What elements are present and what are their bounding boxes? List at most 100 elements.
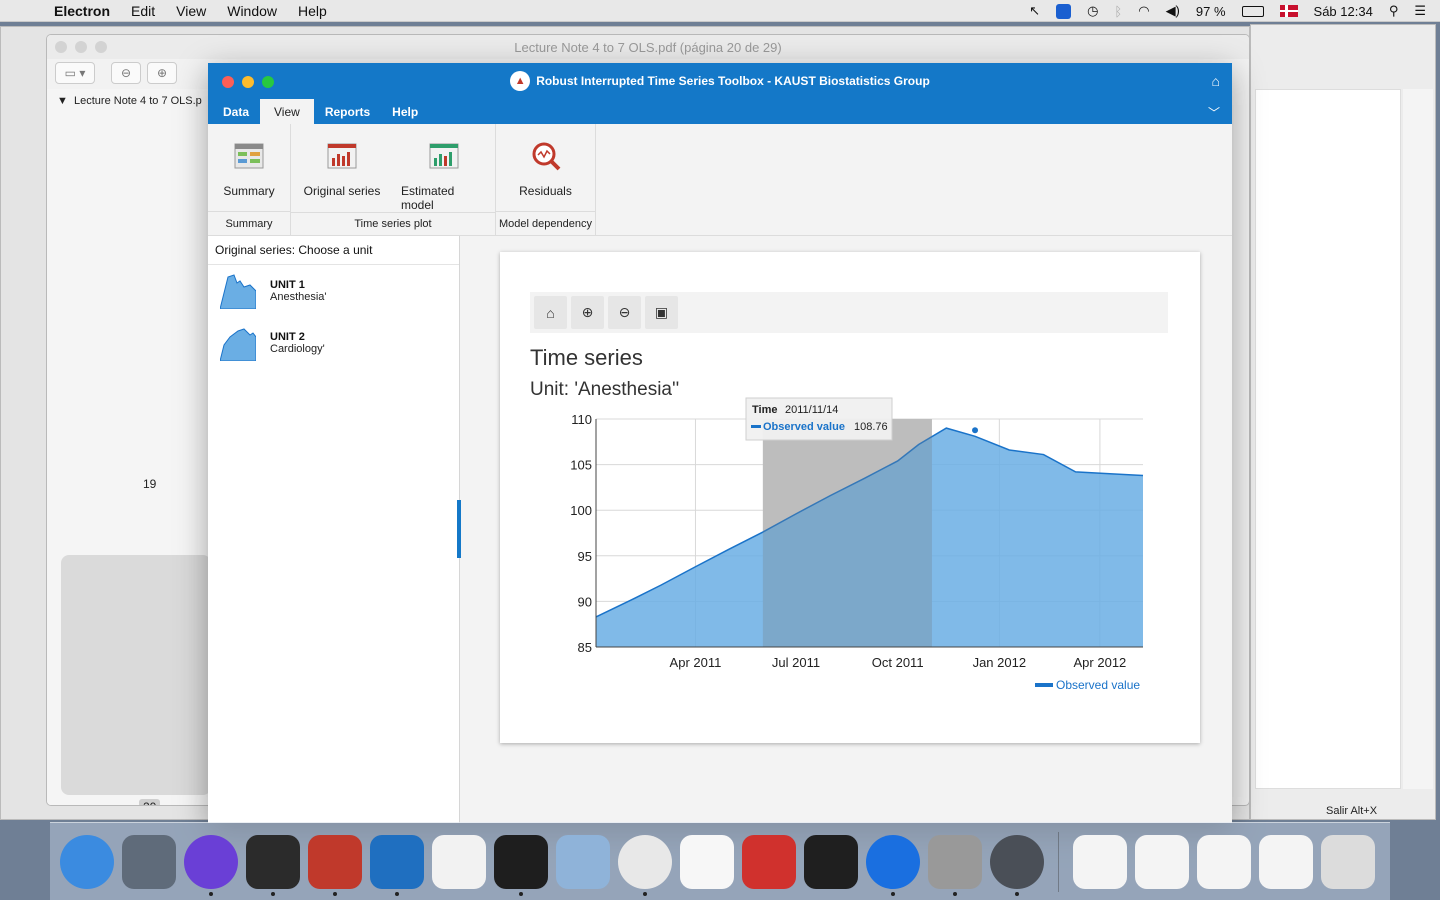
electron-app-window: ▲ Robust Interrupted Time Series Toolbox… [208,63,1232,823]
notes-icon[interactable] [432,834,486,889]
macos-menu-bar: Electron Edit View Window Help ↖ ◷ ᛒ ◠ ◀… [0,0,1440,22]
app-icon[interactable] [246,834,300,896]
vscode-icon[interactable] [370,834,424,896]
zoom-button[interactable] [262,76,274,88]
menu-view[interactable]: View [176,3,206,19]
time-machine-icon[interactable]: ◷ [1087,3,1098,19]
menu-app-name[interactable]: Electron [54,3,110,19]
ribbon-tabs: Data View Reports Help ﹀ [208,99,1232,124]
residuals-magnifier-icon [532,142,560,171]
macos-dock [50,822,1390,900]
teamviewer-status-icon[interactable] [1056,3,1072,19]
zoom-button[interactable] [95,41,107,53]
estimated-model-button-label: Estimated model [401,184,455,212]
minimize-button[interactable] [75,41,87,53]
document-icon[interactable] [1135,834,1189,889]
parallels-icon[interactable] [742,834,796,889]
unit-list-item[interactable]: UNIT 1 Anesthesia' [208,265,459,317]
app-title: Robust Interrupted Time Series Toolbox -… [536,74,930,88]
app-window-controls [222,76,274,88]
cursor-tool-icon[interactable]: ↖ [1029,3,1040,19]
tab-data[interactable]: Data [212,99,260,124]
volume-icon[interactable]: ◀) [1166,3,1180,19]
bar-chart-red-icon [327,143,357,169]
launchpad-icon[interactable] [122,834,176,889]
tab-help[interactable]: Help [381,99,429,124]
running-indicator [519,891,523,896]
summary-button[interactable]: Summary [208,124,290,211]
x-tick-label: Jul 2011 [772,655,820,670]
y-tick-label: 95 [578,549,592,564]
tab-reports[interactable]: Reports [314,99,381,124]
menu-window[interactable]: Window [227,3,277,19]
electron-icon[interactable] [990,834,1044,896]
background-window-right [1250,24,1436,820]
menu-clock[interactable]: Sáb 12:34 [1314,4,1373,19]
original-series-button-label: Original series [303,184,381,198]
x-tick-label: Apr 2011 [670,655,722,670]
residuals-button-label: Residuals [519,184,572,198]
running-indicator [209,891,213,896]
home-icon[interactable]: ⌂ [1212,73,1220,89]
unit-list-item[interactable]: UNIT 2 Cardiology' [208,317,459,369]
highlighted-point [972,427,979,434]
chrome-icon[interactable] [618,834,672,896]
ribbon-group-time-series-plot: Original series Estimated model Time ser… [291,124,496,235]
pdf-window-titlebar: Lecture Note 4 to 7 OLS.pdf (página 20 d… [47,35,1249,59]
document-icon[interactable] [1197,834,1251,889]
zoom-in-button[interactable]: ⊕ [147,62,177,84]
tab-view[interactable]: View [260,99,314,124]
photo-booth-icon[interactable] [308,834,362,896]
input-source-flag-icon[interactable] [1279,5,1298,17]
teamviewer-icon[interactable] [866,834,920,896]
outline-item[interactable]: ▼ Lecture Note 4 to 7 OLS.p [47,89,209,107]
ribbon-group-summary: Summary Summary [208,124,291,235]
ribbon-group-label-model-dependency: Model dependency [496,211,595,235]
pdf-sidebar: ▼ Lecture Note 4 to 7 OLS.p 19 20 [47,89,211,805]
unit-name: UNIT 1 [270,279,305,291]
page-thumbnail[interactable] [61,555,211,795]
siri-icon[interactable] [184,834,238,896]
spotlight-search-icon[interactable]: ⚲ [1389,3,1399,19]
chart-card: ⌂ ⊕ ⊖ ▣ Time series Unit: 'Anesthesia'' … [500,252,1200,743]
original-series-button[interactable]: Original series [291,124,393,212]
terminal-icon[interactable] [494,834,548,896]
minimize-button[interactable] [242,76,254,88]
chevron-down-icon[interactable]: ﹀ [1208,104,1220,121]
background-scroll-strip [1403,89,1433,789]
panel-splitter-handle[interactable] [457,500,461,558]
residuals-button[interactable]: Residuals [496,124,595,211]
background-page [1255,89,1401,789]
zoom-out-button[interactable]: ⊖ [111,62,141,84]
battery-status[interactable]: 97 % [1196,4,1226,19]
time-series-chart[interactable]: 85 90 95 100 105 110 Apr 2011 Jul 2011 Oct 2011 J… [500,252,1200,743]
bluetooth-icon[interactable]: ᛒ [1114,4,1122,19]
close-button[interactable] [222,76,234,88]
tooltip-time-label: Time [752,404,777,416]
summary-table-icon [234,143,264,169]
activity-monitor-icon[interactable] [804,834,858,889]
running-indicator [271,891,275,896]
y-tick-label: 85 [578,640,592,655]
wifi-icon[interactable]: ◠ [1138,3,1149,19]
outline-item-label: Lecture Note 4 to 7 OLS.p [74,95,202,107]
tooltip-series-swatch [751,425,761,428]
finder-icon[interactable] [60,834,114,889]
close-button[interactable] [55,41,67,53]
page-number-20: 20 [139,799,161,805]
trash-icon[interactable] [1321,834,1375,889]
legend-label: Observed value [1056,678,1140,692]
textedit-icon[interactable] [680,834,734,889]
estimated-model-button[interactable]: Estimated model [393,124,495,212]
menu-edit[interactable]: Edit [131,3,155,19]
notification-center-icon[interactable]: ☰ [1414,3,1426,19]
y-tick-label: 90 [578,594,592,609]
keychain-icon[interactable] [928,834,982,896]
sidebar-toggle-button[interactable]: ▭ ▾ [55,62,95,84]
document-icon[interactable] [1073,834,1127,889]
preview-icon[interactable] [556,834,610,889]
document-icon[interactable] [1259,834,1313,889]
tooltip-series-label: Observed value [763,421,845,433]
battery-icon[interactable] [1241,5,1264,17]
menu-help[interactable]: Help [298,3,327,19]
